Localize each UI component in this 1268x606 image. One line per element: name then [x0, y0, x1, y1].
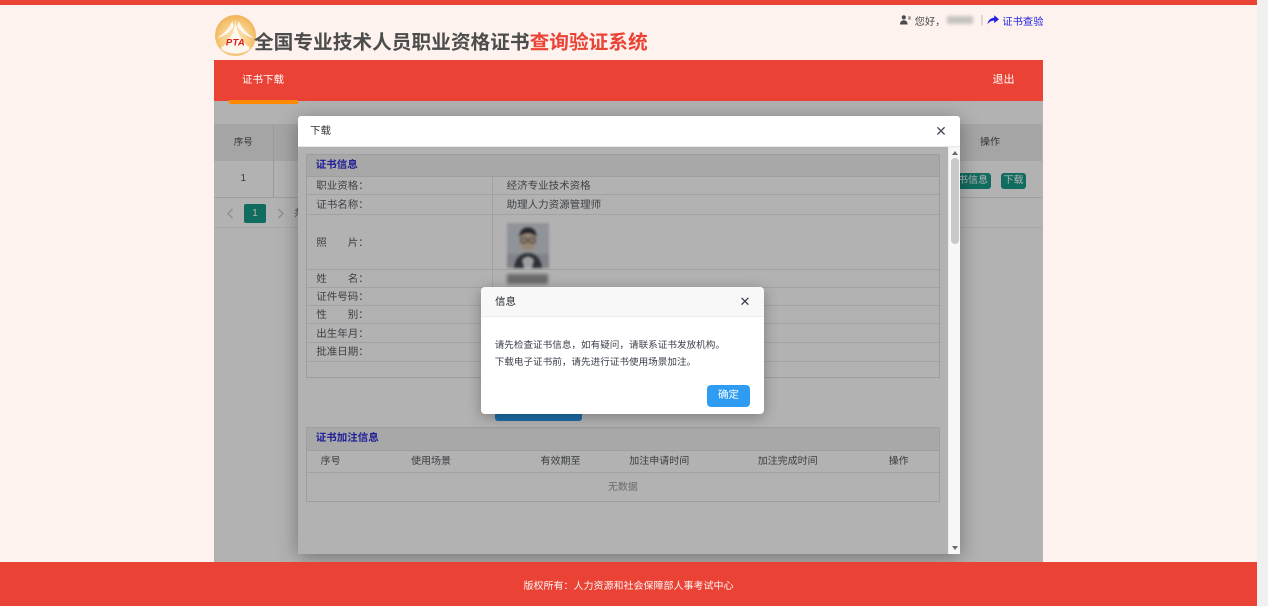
svg-text:PTA: PTA: [225, 37, 244, 48]
